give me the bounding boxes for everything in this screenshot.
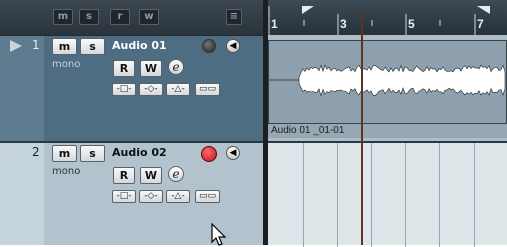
eq-bypass-icon[interactable]: -◇- xyxy=(139,190,163,203)
expand-track-icon[interactable] xyxy=(10,40,22,52)
read-automation-button[interactable]: R xyxy=(113,167,135,184)
edit-channel-button[interactable]: e xyxy=(168,166,184,182)
global-read-button[interactable]: r xyxy=(110,9,130,25)
timeline-ruler[interactable]: 1 3 5 7 xyxy=(268,0,507,35)
write-automation-button[interactable]: W xyxy=(140,167,162,184)
send-bypass-icon[interactable]: -△- xyxy=(166,83,190,96)
eq-bypass-icon[interactable]: -◇- xyxy=(139,83,163,96)
bar-label-5: 5 xyxy=(408,17,415,31)
grid-line xyxy=(405,143,406,247)
monitor-speaker-icon[interactable]: ◀ xyxy=(226,146,240,160)
insert-bypass-icon[interactable]: -□- xyxy=(112,83,136,96)
mute-button[interactable]: m xyxy=(52,145,77,162)
expand-track-icon[interactable] xyxy=(10,147,22,159)
write-automation-button[interactable]: W xyxy=(140,60,162,77)
record-enable-button[interactable] xyxy=(202,39,216,53)
grid-line xyxy=(439,143,440,247)
lanes-icon[interactable]: ▭▭ xyxy=(195,83,220,96)
monitor-speaker-icon[interactable]: ◀ xyxy=(226,39,240,53)
right-locator-icon xyxy=(477,6,490,14)
bar-label-3: 3 xyxy=(340,17,347,31)
event-name: Audio 01 _01-01 xyxy=(268,123,507,138)
edit-channel-button[interactable]: e xyxy=(168,59,184,75)
read-automation-button[interactable]: R xyxy=(113,60,135,77)
grid-line xyxy=(303,143,304,247)
ruler-ticks xyxy=(268,6,490,35)
track-audio-02[interactable]: 2 m s Audio 02 ◀ mono R W e -□- -◇- -△- … xyxy=(0,141,263,246)
bar-label-1: 1 xyxy=(271,17,278,31)
project-cursor[interactable] xyxy=(361,8,363,245)
insert-bypass-icon[interactable]: -□- xyxy=(112,190,136,203)
record-enable-button[interactable] xyxy=(201,146,217,162)
track-number: 1 xyxy=(32,38,40,52)
track-list-menu-icon[interactable]: ≡ xyxy=(226,9,242,25)
track-number: 2 xyxy=(32,145,40,159)
solo-button[interactable]: s xyxy=(80,38,105,55)
track-name[interactable]: Audio 01 xyxy=(112,39,167,52)
arrow-cursor-icon xyxy=(211,223,227,246)
global-write-button[interactable]: w xyxy=(139,9,159,25)
track-lane-2[interactable] xyxy=(268,141,507,247)
lanes-icon[interactable]: ▭▭ xyxy=(195,190,220,203)
global-mute-button[interactable]: m xyxy=(53,9,73,25)
waveform xyxy=(269,64,506,97)
bar-label-7: 7 xyxy=(477,17,484,31)
channel-mode-label: mono xyxy=(52,166,81,177)
global-solo-button[interactable]: s xyxy=(79,9,99,25)
track-name[interactable]: Audio 02 xyxy=(112,146,167,159)
solo-button[interactable]: s xyxy=(80,145,105,162)
left-locator-icon xyxy=(302,6,314,14)
grid-line xyxy=(337,143,338,247)
send-bypass-icon[interactable]: -△- xyxy=(166,190,190,203)
track-audio-01[interactable]: 1 m s Audio 01 ◀ mono R W e -□- -◇- -△- … xyxy=(0,35,263,141)
grid-line xyxy=(474,143,475,247)
mute-button[interactable]: m xyxy=(52,38,77,55)
grid-line xyxy=(371,143,372,247)
channel-mode-label: mono xyxy=(52,59,81,70)
